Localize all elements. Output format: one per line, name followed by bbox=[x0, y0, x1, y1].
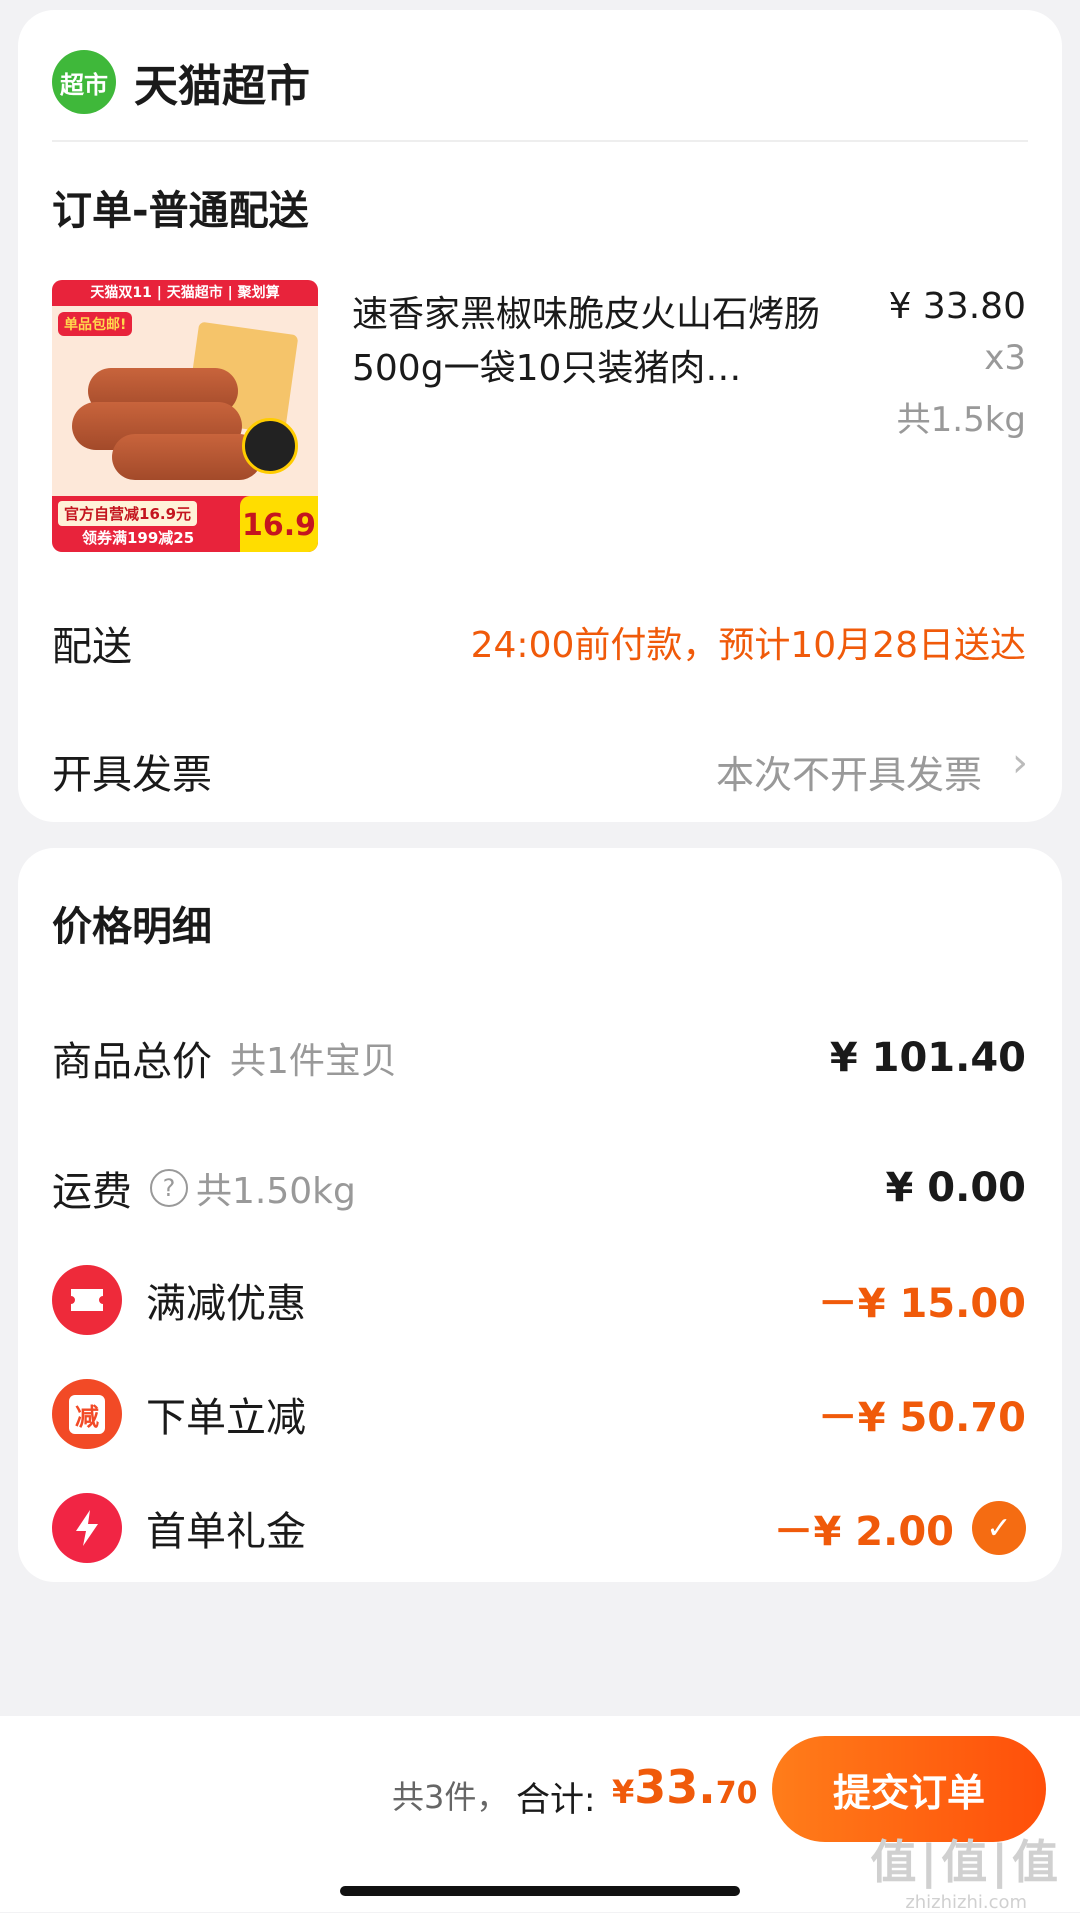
home-indicator[interactable] bbox=[340, 1886, 740, 1896]
tmall-cat-icon bbox=[242, 418, 298, 474]
shipping-row: 运费 ? 共1.50kg ¥ 0.00 bbox=[52, 1156, 1026, 1220]
discount-row: 减 下单立减 －¥ 50.70 bbox=[52, 1374, 1026, 1454]
discount-value: －¥ 2.00 bbox=[773, 1509, 954, 1555]
total-integer: 33. bbox=[634, 1760, 716, 1814]
shipping-weight: 共1.50kg bbox=[196, 1171, 356, 1212]
sausage-image bbox=[112, 434, 262, 480]
reduce-icon: 减 bbox=[52, 1379, 122, 1449]
thumb-coupon: 领券满199减25 bbox=[82, 529, 195, 547]
discount-label: 下单立减 bbox=[146, 1395, 306, 1441]
product-thumbnail[interactable]: 天猫双11 | 天猫超市 | 聚划算 单品包邮! 官方自营减16.9元 领券满1… bbox=[52, 280, 318, 552]
goods-total-row: 商品总价 共1件宝贝 ¥ 101.40 bbox=[52, 1026, 1026, 1090]
product-weight: 共1.5kg bbox=[896, 400, 1026, 440]
watermark-url: zhizhizhi.com bbox=[905, 1892, 1028, 1913]
invoice-label[interactable]: 开具发票 bbox=[52, 742, 212, 800]
store-header[interactable]: 超市 天猫超市 bbox=[52, 44, 310, 120]
watermark: 值|值|值 zhizhizhi.com bbox=[870, 1826, 1062, 1913]
checkout-bar: 共3件， 合计: ¥33.70 提交订单 值|值|值 zhizhizhi.com bbox=[0, 1716, 1080, 1913]
total-amount: ¥33.70 bbox=[612, 1760, 758, 1814]
reduce-icon-text: 减 bbox=[69, 1394, 105, 1434]
order-card: 超市 天猫超市 订单-普通配送 天猫双11 | 天猫超市 | 聚划算 单品包邮!… bbox=[18, 10, 1062, 822]
thumb-price-tag: 16.9 bbox=[240, 496, 318, 552]
thumb-promo: 官方自营减16.9元 bbox=[58, 501, 198, 526]
currency-symbol: ¥ bbox=[612, 1773, 635, 1811]
discount-value: －¥ 50.70 bbox=[817, 1395, 1026, 1441]
price-detail-title: 价格明细 bbox=[52, 904, 212, 950]
product-price: ¥ 33.80 bbox=[888, 286, 1026, 327]
lightning-icon bbox=[52, 1493, 122, 1563]
divider bbox=[52, 140, 1028, 142]
discount-value: －¥ 15.00 bbox=[817, 1281, 1026, 1327]
discount-row[interactable]: 首单礼金 －¥ 2.00 ✓ bbox=[52, 1488, 1026, 1568]
discount-row: 满减优惠 －¥ 15.00 bbox=[52, 1260, 1026, 1340]
chevron-right-icon[interactable]: › bbox=[1012, 740, 1028, 786]
shipping-label: 运费 bbox=[52, 1169, 132, 1215]
price-detail-card: 价格明细 商品总价 共1件宝贝 ¥ 101.40 运费 ? 共1.50kg ¥ … bbox=[18, 848, 1062, 1582]
goods-total-value: ¥ 101.40 bbox=[829, 1035, 1026, 1081]
invoice-value[interactable]: 本次不开具发票 bbox=[716, 744, 982, 799]
product-title[interactable]: 速香家黑椒味脆皮火山石烤肠500g一袋10只装猪肉… bbox=[352, 288, 872, 396]
discount-label: 首单礼金 bbox=[146, 1509, 306, 1555]
goods-total-count: 共1件宝贝 bbox=[230, 1041, 397, 1082]
product-quantity: x3 bbox=[984, 338, 1026, 378]
discount-label: 满减优惠 bbox=[146, 1281, 306, 1327]
coupon-icon bbox=[52, 1265, 122, 1335]
delivery-value: 24:00前付款，预计10月28日送达 bbox=[470, 625, 1026, 666]
thumb-free-shipping: 单品包邮! bbox=[58, 312, 133, 336]
watermark-logo: 值|值|值 bbox=[870, 1835, 1062, 1889]
total-decimal: 70 bbox=[715, 1776, 758, 1811]
thumb-banner: 天猫双11 | 天猫超市 | 聚划算 bbox=[52, 280, 318, 306]
help-icon[interactable]: ? bbox=[150, 1169, 188, 1207]
store-name: 天猫超市 bbox=[134, 61, 310, 112]
item-count: 共3件， bbox=[392, 1778, 509, 1816]
goods-total-label: 商品总价 bbox=[52, 1039, 212, 1085]
total-label: 合计: bbox=[516, 1780, 596, 1820]
store-logo: 超市 bbox=[52, 50, 116, 114]
delivery-label: 配送 bbox=[52, 624, 132, 670]
order-section-title: 订单-普通配送 bbox=[52, 188, 309, 234]
checkmark-icon[interactable]: ✓ bbox=[972, 1501, 1026, 1555]
shipping-value: ¥ 0.00 bbox=[885, 1165, 1026, 1211]
